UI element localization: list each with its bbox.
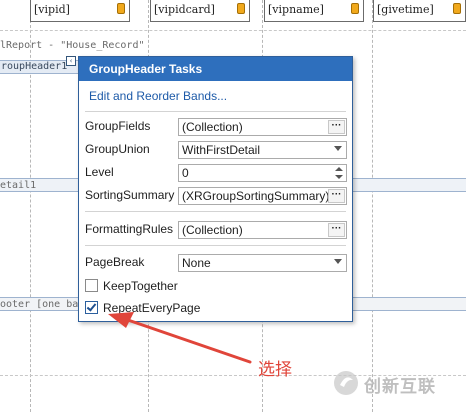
watermark: 创新互联 [330,368,466,398]
watermark-logo-icon [334,371,358,395]
annotation-label: 选择 [258,360,292,380]
annotation-arrow [108,312,252,364]
watermark-text: 创新互联 [364,377,436,397]
arrow-shaft [120,316,252,364]
